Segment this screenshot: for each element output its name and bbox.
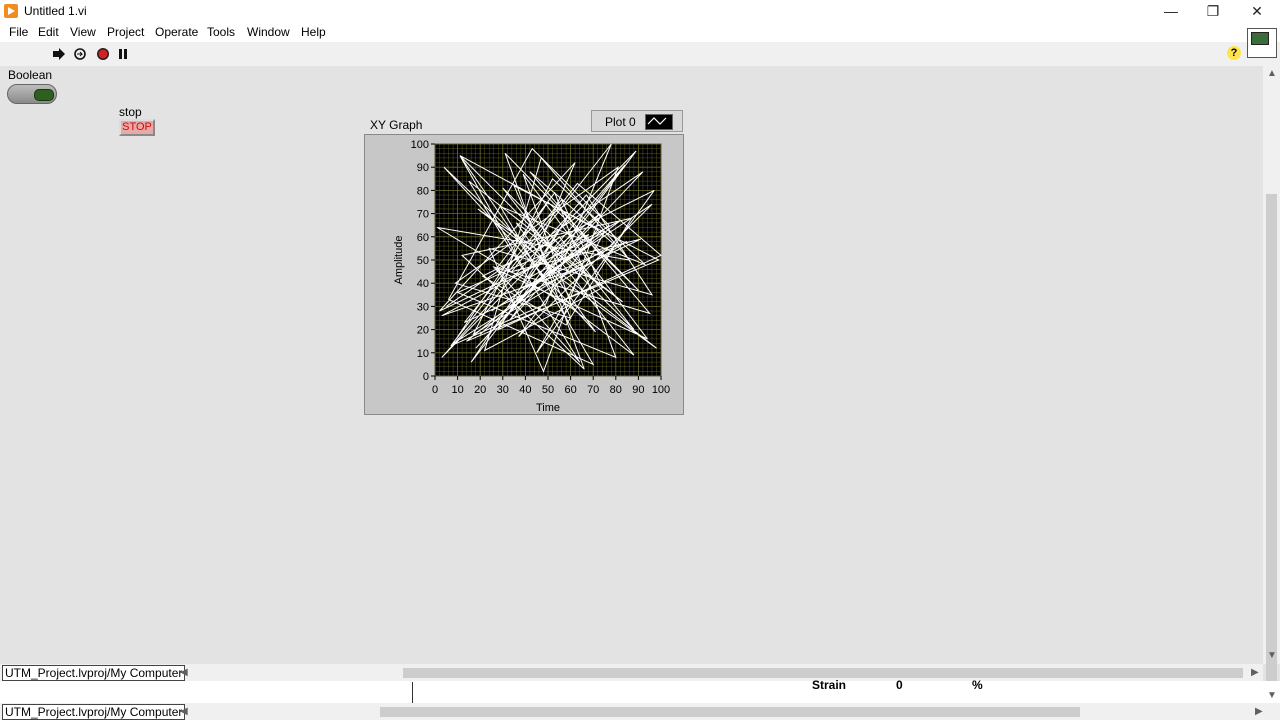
strain-value: 0 xyxy=(896,678,903,692)
scroll-down-arrow-icon[interactable]: ▼ xyxy=(1267,650,1277,661)
vertical-scroll-thumb[interactable] xyxy=(1266,194,1277,714)
x-tick-label: 10 xyxy=(451,384,463,396)
run-continuously-glyph xyxy=(74,48,86,60)
y-tick-label: 80 xyxy=(417,185,429,197)
x-tick-label: 50 xyxy=(542,384,554,396)
pause-icon[interactable] xyxy=(116,47,130,61)
labview-app-icon xyxy=(4,4,18,18)
abort-icon[interactable] xyxy=(96,47,110,61)
run-continuously-icon[interactable] xyxy=(73,47,87,61)
legend-plot-name: Plot 0 xyxy=(605,115,636,129)
xy-graph-label: XY Graph xyxy=(370,118,423,132)
menu-file[interactable]: File xyxy=(9,25,28,39)
vertical-scrollbar[interactable]: ▲ ▼ xyxy=(1263,66,1280,714)
vi-icon-screen xyxy=(1251,32,1269,45)
boolean-label: Boolean xyxy=(8,68,53,82)
legend-plot-swatch xyxy=(645,114,673,130)
diagram-divider xyxy=(412,682,413,704)
x-tick-label: 40 xyxy=(519,384,531,396)
title-bar: Untitled 1.vi — ❐ ✕ xyxy=(0,0,1280,22)
y-tick-label: 100 xyxy=(411,139,429,151)
vi-icon[interactable] xyxy=(1247,28,1277,58)
scroll-left-arrow-icon-2[interactable]: ◀ xyxy=(180,706,188,717)
stop-button[interactable]: STOP xyxy=(119,119,155,136)
horizontal-scrollbar-2[interactable]: UTM_Project.lvproj/My Computer ◀ ▶ xyxy=(0,703,1280,720)
close-button[interactable]: ✕ xyxy=(1236,0,1278,22)
y-tick-label: 90 xyxy=(417,162,429,174)
menu-window[interactable]: Window xyxy=(247,25,290,39)
x-tick-label: 100 xyxy=(652,384,670,396)
pause-glyph xyxy=(119,49,127,59)
scroll-right-arrow-icon[interactable]: ▶ xyxy=(1251,667,1259,678)
minimize-button[interactable]: — xyxy=(1150,0,1192,22)
toolbar xyxy=(0,42,1280,67)
y-tick-label: 30 xyxy=(417,301,429,313)
y-tick-label: 60 xyxy=(417,232,429,244)
scroll-right-arrow-icon-2[interactable]: ▶ xyxy=(1255,706,1263,717)
menu-project[interactable]: Project xyxy=(107,25,144,39)
x-axis-label: Time xyxy=(536,402,560,414)
y-tick-label: 20 xyxy=(417,325,429,337)
legend-swatch-line xyxy=(647,117,667,125)
window-title: Untitled 1.vi xyxy=(24,4,87,18)
x-tick-label: 70 xyxy=(587,384,599,396)
context-help-icon[interactable]: ? xyxy=(1227,46,1241,60)
boolean-led xyxy=(34,89,54,101)
project-path-1: UTM_Project.lvproj/My Computer xyxy=(2,665,186,681)
plot-legend[interactable]: Plot 0 xyxy=(591,110,683,132)
x-tick-label: 80 xyxy=(610,384,622,396)
menu-operate[interactable]: Operate xyxy=(155,25,198,39)
xy-graph[interactable]: 0 10 20 30 40 50 60 70 80 90 100 0 10 20 30 40 50 60 70 80 9… xyxy=(364,134,684,415)
y-tick-label: 10 xyxy=(417,348,429,360)
scroll-up-arrow-icon[interactable]: ▲ xyxy=(1267,68,1277,79)
boolean-switch[interactable] xyxy=(7,84,57,104)
y-tick-label: 0 xyxy=(423,371,429,383)
menu-help[interactable]: Help xyxy=(301,25,326,39)
run-arrow-glyph xyxy=(53,48,65,60)
x-tick-label: 20 xyxy=(474,384,486,396)
stop-label: stop xyxy=(119,105,142,119)
y-axis-label: Amplitude xyxy=(393,236,405,285)
menu-tools[interactable]: Tools xyxy=(207,25,235,39)
run-arrow-icon[interactable] xyxy=(52,47,66,61)
x-tick-label: 0 xyxy=(432,384,438,396)
y-tick-label: 40 xyxy=(417,278,429,290)
abort-glyph xyxy=(97,48,109,60)
block-diagram-strip xyxy=(0,681,1280,704)
restore-button[interactable]: ❐ xyxy=(1192,0,1234,22)
scroll-left-arrow-icon[interactable]: ◀ xyxy=(180,667,188,678)
menu-edit[interactable]: Edit xyxy=(38,25,59,39)
menu-bar: File Edit View Project Operate Tools Win… xyxy=(0,22,1280,42)
x-tick-label: 90 xyxy=(632,384,644,396)
menu-view[interactable]: View xyxy=(70,25,96,39)
horizontal-scrollbar-1[interactable]: UTM_Project.lvproj/My Computer ◀ ▶ xyxy=(0,664,1263,681)
diagram-scroll-down-arrow-icon[interactable]: ▼ xyxy=(1267,690,1277,701)
horizontal-scroll-thumb-2[interactable] xyxy=(380,707,1080,717)
y-tick-label: 70 xyxy=(417,209,429,221)
strain-unit: % xyxy=(972,678,983,692)
horizontal-scroll-thumb-1[interactable] xyxy=(403,668,1243,678)
y-tick-label: 50 xyxy=(417,255,429,267)
strain-label: Strain xyxy=(812,678,847,692)
x-tick-label: 60 xyxy=(564,384,576,396)
project-path-2: UTM_Project.lvproj/My Computer xyxy=(2,704,186,720)
x-tick-label: 30 xyxy=(497,384,509,396)
